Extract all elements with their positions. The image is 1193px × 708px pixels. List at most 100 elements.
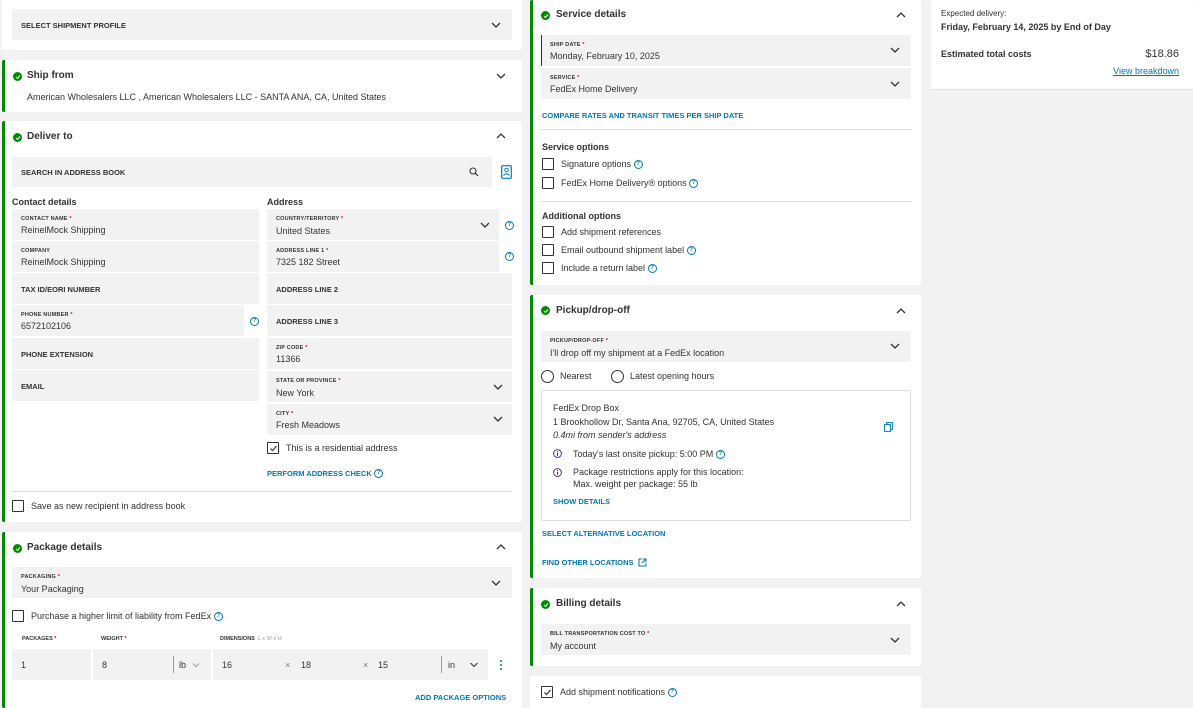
chevron-up-icon[interactable] [895, 305, 907, 317]
help-icon[interactable]: ? [715, 450, 725, 460]
country-select[interactable]: COUNTRY/TERRITORY * United States [267, 209, 499, 240]
address-line-3-field[interactable]: ADDRESS LINE 3 [267, 305, 512, 336]
state-select[interactable]: STATE OR PROVINCE * New York [267, 371, 512, 402]
width-value: 18 [301, 660, 312, 670]
contact-name-field[interactable]: CONTACT NAME * ReinelMock Shipping [12, 209, 259, 240]
add-package-options-link[interactable]: ADD PACKAGE OPTIONS [415, 693, 506, 702]
nearest-radio[interactable] [541, 370, 554, 383]
chevron-down-icon [192, 663, 200, 668]
help-icon[interactable]: ? [250, 317, 259, 326]
view-breakdown-link[interactable]: View breakdown [1113, 66, 1179, 76]
address-line-3-label: ADDRESS LINE 3 [276, 317, 339, 326]
more-options-icon[interactable] [499, 659, 503, 671]
weight-unit-select[interactable]: lb [179, 660, 186, 670]
phone-extension-field[interactable]: PHONE EXTENSION [12, 338, 259, 369]
height-value: 15 [378, 660, 389, 670]
restrictions-line-2: Max. weight per package: 55 lb [573, 479, 698, 489]
last-pickup-text: Today's last onsite pickup: 5:00 PM [573, 449, 714, 459]
help-icon[interactable]: ? [667, 688, 677, 698]
ship-from-title: Ship from [27, 70, 74, 81]
dimension-unit-value: in [448, 660, 456, 670]
help-icon[interactable]: ? [647, 264, 657, 274]
add-references-checkbox[interactable] [542, 226, 554, 238]
times-sign: × [363, 660, 369, 670]
completed-check-icon [541, 306, 550, 315]
zip-code-field[interactable]: ZIP CODE * 11366 [267, 338, 512, 369]
chevron-up-icon[interactable] [495, 541, 507, 553]
chevron-down-icon[interactable] [495, 70, 507, 82]
help-icon[interactable]: ? [374, 469, 384, 479]
find-other-locations-link[interactable]: FIND OTHER LOCATIONS [542, 558, 634, 567]
divider [441, 656, 442, 673]
latest-hours-radio[interactable] [611, 370, 624, 383]
help-icon[interactable]: ? [633, 160, 643, 170]
show-details-link[interactable]: SHOW DETAILS [553, 497, 610, 506]
packages-input[interactable]: 1 [12, 649, 91, 680]
bill-transportation-select[interactable]: BILL TRANSPORTATION COST TO * My account [541, 624, 911, 655]
estimated-total-value: $18.86 [1145, 48, 1179, 60]
phone-number-field[interactable]: PHONE NUMBER * 6572102106 [12, 305, 244, 336]
address-book-search[interactable]: SEARCH IN ADDRESS BOOK [12, 157, 492, 187]
shipment-notifications-checkbox[interactable] [541, 686, 553, 698]
pickup-dropoff-select[interactable]: PICKUP/DROP-OFF * I'll drop off my shipm… [541, 331, 911, 362]
copy-icon[interactable] [884, 422, 893, 432]
weight-value: 8 [102, 660, 108, 670]
info-icon [553, 449, 562, 458]
chevron-up-icon[interactable] [895, 598, 907, 610]
ship-from-card: Ship from American Wholesalers LLC , Ame… [2, 60, 522, 112]
liability-checkbox[interactable] [12, 610, 24, 622]
state-label: STATE OR PROVINCE [276, 378, 337, 384]
chevron-up-icon[interactable] [495, 130, 507, 142]
address-line-1-field[interactable]: ADDRESS LINE 1 * 7325 182 Street [267, 241, 499, 272]
email-label: EMAIL [21, 382, 45, 391]
packaging-select[interactable]: PACKAGING * Your Packaging [12, 567, 512, 598]
search-icon[interactable] [469, 167, 479, 177]
city-select[interactable]: CITY * Fresh Meadows [267, 404, 512, 435]
save-recipient-checkbox[interactable] [12, 500, 24, 512]
tax-id-field[interactable]: TAX ID/EORI NUMBER [12, 273, 259, 304]
billing-details-title: Billing details [556, 598, 622, 609]
help-icon[interactable]: ? [505, 221, 514, 230]
location-distance: 0.4mi from sender's address [553, 430, 667, 440]
perform-address-check-link[interactable]: PERFORM ADDRESS CHECK [267, 469, 372, 478]
weight-label: WEIGHT [101, 636, 123, 642]
additional-options-heading: Additional options [542, 211, 621, 221]
return-label-text: Include a return label [561, 263, 646, 273]
residential-checkbox[interactable] [267, 442, 279, 454]
weight-unit-value: lb [179, 660, 187, 670]
location-card[interactable]: FedEx Drop Box 1 Brookhollow Dr, Santa A… [541, 390, 911, 521]
length-value: 16 [222, 660, 233, 670]
select-alternative-location-link[interactable]: SELECT ALTERNATIVE LOCATION [542, 529, 665, 538]
address-book-icon[interactable] [501, 165, 512, 179]
summary-card: Expected delivery: Friday, February 14, … [931, 0, 1193, 90]
signature-options-checkbox[interactable] [542, 158, 554, 170]
help-icon[interactable]: ? [213, 612, 223, 622]
address-line-2-field[interactable]: ADDRESS LINE 2 [267, 273, 512, 304]
return-label-checkbox[interactable] [542, 262, 554, 274]
service-select[interactable]: SERVICE * FedEx Home Delivery [541, 68, 911, 99]
contact-name-label: CONTACT NAME [21, 216, 68, 222]
chevron-up-icon[interactable] [895, 9, 907, 21]
company-field[interactable]: COMPANY ReinelMock Shipping [12, 241, 259, 272]
ship-date-select[interactable]: SHIP DATE * Monday, February 10, 2025 [541, 35, 911, 66]
times-sign: × [285, 660, 291, 670]
shipment-profile-select[interactable]: SELECT SHIPMENT PROFILE [12, 9, 512, 40]
help-icon[interactable]: ? [686, 246, 696, 256]
help-icon[interactable]: ? [689, 179, 699, 189]
email-field[interactable]: EMAIL [12, 370, 259, 401]
estimated-total-label: Estimated total costs [941, 49, 1032, 59]
home-delivery-options-checkbox[interactable] [542, 177, 554, 189]
chevron-down-icon [493, 384, 503, 390]
residential-label: This is a residential address [286, 443, 398, 453]
email-outbound-label-checkbox[interactable] [542, 244, 554, 256]
chevron-down-icon [491, 580, 501, 586]
external-link-icon[interactable] [638, 558, 647, 567]
weight-input[interactable]: 8 lb [93, 649, 211, 680]
expected-delivery-label: Expected delivery: [941, 9, 1007, 18]
bill-transportation-value: My account [550, 641, 597, 651]
compare-rates-link[interactable]: COMPARE RATES AND TRANSIT TIMES PER SHIP… [542, 111, 743, 120]
help-icon[interactable]: ? [505, 252, 514, 261]
dimension-unit-select[interactable]: in [448, 660, 455, 670]
chevron-down-icon [493, 416, 503, 422]
dimensions-input[interactable]: 16 × 18 × 15 in [213, 649, 488, 680]
